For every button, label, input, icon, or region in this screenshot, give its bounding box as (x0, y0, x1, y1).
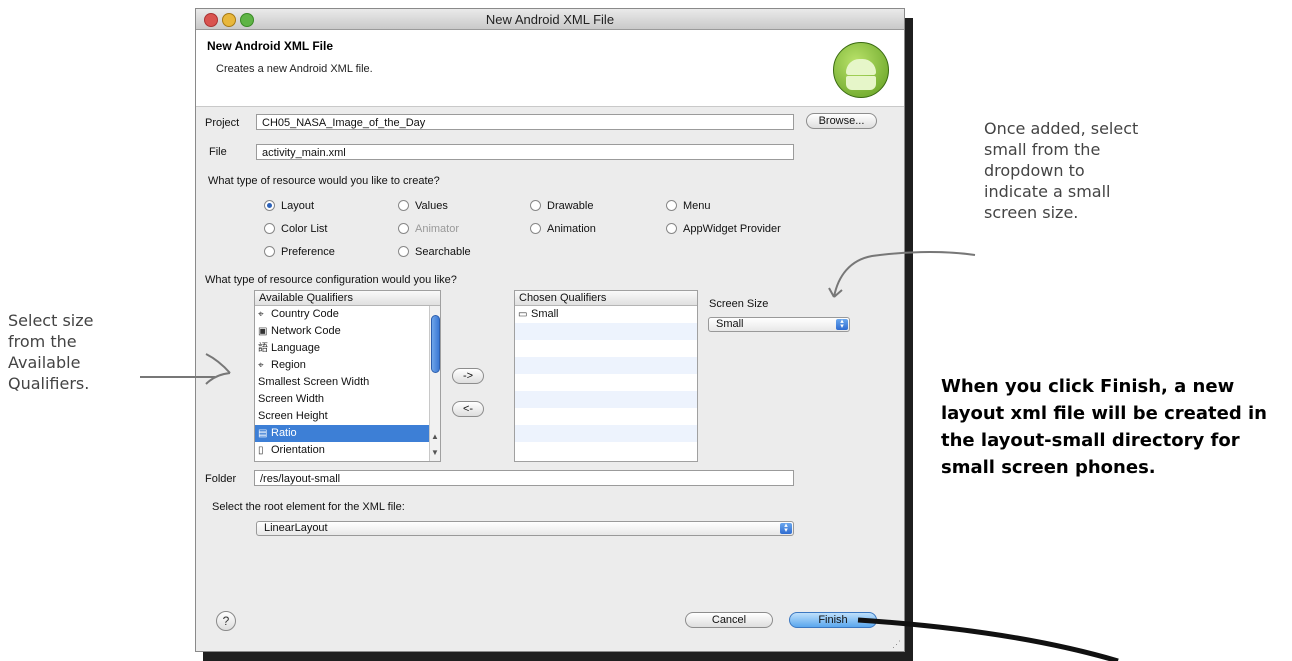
root-element-dropdown[interactable]: LinearLayout ▴ ▾ (256, 521, 794, 536)
screen-size-icon: ▭ (518, 309, 528, 320)
available-qualifier-label: Smallest Screen Width (258, 376, 370, 388)
available-qualifier-item[interactable]: Smallest Screen Width (255, 374, 429, 391)
radio-searchable-label: Searchable (415, 246, 471, 258)
cancel-button[interactable]: Cancel (685, 612, 773, 628)
region-icon: ⌖ (258, 360, 264, 371)
available-qualifier-label: Screen Height (258, 410, 328, 422)
radio-appwidget-label: AppWidget Provider (683, 223, 781, 235)
empty-list-row (515, 374, 697, 391)
project-field[interactable]: CH05_NASA_Image_of_the_Day (256, 114, 794, 130)
root-element-label: Select the root element for the XML file… (212, 501, 405, 513)
radio-color-list[interactable]: Color List (264, 223, 327, 235)
resource-type-question: What type of resource would you like to … (208, 175, 440, 187)
android-logo-icon (833, 42, 889, 98)
available-qualifier-label: Network Code (271, 325, 341, 337)
available-qualifier-item[interactable]: ⌖ Country Code (255, 306, 429, 323)
radio-values-label: Values (415, 200, 448, 212)
window-title: New Android XML File (485, 12, 615, 27)
root-element-value: LinearLayout (264, 522, 328, 534)
folder-field[interactable]: /res/layout-small (254, 470, 794, 486)
empty-list-row (515, 442, 697, 459)
scroll-down-arrow-icon[interactable]: ▼ (431, 448, 439, 457)
browse-button[interactable]: Browse... (806, 113, 877, 129)
radio-preference-label: Preference (281, 246, 335, 258)
finish-callout: When you click Finish, a new layout xml … (941, 376, 1267, 478)
wizard-title: New Android XML File (207, 39, 334, 53)
project-label: Project (205, 117, 240, 129)
radio-animator: Animator (398, 223, 459, 235)
dropdown-arrows-icon: ▴ ▾ (836, 318, 848, 330)
radio-animation-label: Animation (547, 223, 596, 235)
available-scroll-thumb[interactable] (431, 315, 440, 373)
empty-list-row (515, 323, 697, 340)
radio-color-list-label: Color List (281, 223, 328, 235)
radio-layout[interactable]: Layout (264, 200, 314, 212)
radio-animation[interactable]: Animation (530, 223, 596, 235)
radio-searchable[interactable]: Searchable (398, 246, 471, 258)
file-field[interactable]: activity_main.xml (256, 144, 794, 160)
available-qualifier-label: Country Code (271, 308, 339, 320)
radio-animator-label: Animator (415, 223, 460, 235)
country-code-icon: ⌖ (258, 309, 264, 320)
dropdown-arrows-icon: ▴ ▾ (780, 522, 792, 534)
available-qualifier-item[interactable]: Screen Width (255, 391, 429, 408)
radio-preference[interactable]: Preference (264, 246, 335, 258)
available-qualifier-label: Language (271, 342, 320, 354)
file-label: File (209, 146, 227, 158)
ratio-icon: ▤ (258, 428, 268, 439)
available-qualifier-item[interactable]: 語 Language (255, 340, 429, 357)
chosen-qualifiers-list[interactable]: Chosen Qualifiers ▭ Small (514, 290, 698, 462)
available-qualifier-label: Ratio (271, 427, 297, 439)
available-qualifiers-header: Available Qualifiers (255, 291, 440, 306)
add-qualifier-button[interactable]: -> (452, 368, 484, 384)
empty-list-row (515, 340, 697, 357)
radio-values[interactable]: Values (398, 200, 448, 212)
available-qualifier-item[interactable]: Screen Height (255, 408, 429, 425)
scroll-up-arrow-icon[interactable]: ▲ (431, 432, 439, 441)
orientation-icon: ▯ (258, 445, 264, 456)
empty-list-row (515, 357, 697, 374)
available-qualifier-label: Region (271, 359, 306, 371)
chosen-qualifier-label: Small (531, 308, 559, 320)
available-qualifier-label: Screen Width (258, 393, 325, 405)
folder-label: Folder (205, 473, 237, 485)
right-annotation: Once added, select small from the dropdo… (984, 119, 1139, 222)
available-qualifier-item[interactable]: ▤ Ratio (255, 425, 429, 442)
radio-layout-label: Layout (281, 200, 315, 212)
available-qualifiers-list[interactable]: Available Qualifiers ⌖ Country Code ▣ Netwo… (254, 290, 441, 462)
available-qualifier-label: Orientation (271, 444, 325, 456)
help-button[interactable]: ? (216, 611, 236, 631)
radio-drawable[interactable]: Drawable (530, 200, 593, 212)
radio-appwidget-provider[interactable]: AppWidget Provider (666, 223, 781, 235)
available-scrollbar[interactable]: ▲ ▼ (429, 306, 440, 461)
screen-size-value: Small (716, 318, 744, 330)
remove-qualifier-button[interactable]: <- (452, 401, 484, 417)
radio-selected-indicator (264, 200, 275, 211)
radio-menu-label: Menu (683, 200, 711, 212)
available-qualifier-item[interactable]: ▣ Network Code (255, 323, 429, 340)
screen-size-label: Screen Size (709, 298, 769, 310)
wizard-subtitle: Creates a new Android XML file. (216, 63, 373, 75)
available-qualifier-item[interactable]: ⌖ Region (255, 357, 429, 374)
empty-list-row (515, 408, 697, 425)
config-question: What type of resource configuration woul… (205, 274, 457, 286)
wizard-header: New Android XML File Creates a new Andro… (196, 30, 904, 107)
empty-list-row (515, 425, 697, 442)
left-annotation: Select size from the Available Qualifier… (8, 311, 94, 393)
resize-grip-icon[interactable]: ⋰ (892, 639, 902, 649)
empty-list-row (515, 391, 697, 408)
title-bar[interactable]: New Android XML File (196, 9, 904, 30)
new-android-xml-dialog: New Android XML File New Android XML Fil… (195, 8, 905, 652)
screen-size-dropdown[interactable]: Small ▴ ▾ (708, 317, 850, 332)
chosen-qualifier-item[interactable]: ▭ Small (515, 306, 697, 323)
radio-menu[interactable]: Menu (666, 200, 711, 212)
chosen-qualifiers-header: Chosen Qualifiers (515, 291, 697, 306)
language-icon: 語 (258, 343, 268, 354)
radio-drawable-label: Drawable (547, 200, 594, 212)
network-code-icon: ▣ (258, 326, 268, 337)
available-qualifier-item[interactable]: ▯ Orientation (255, 442, 429, 459)
finish-button[interactable]: Finish (789, 612, 877, 628)
